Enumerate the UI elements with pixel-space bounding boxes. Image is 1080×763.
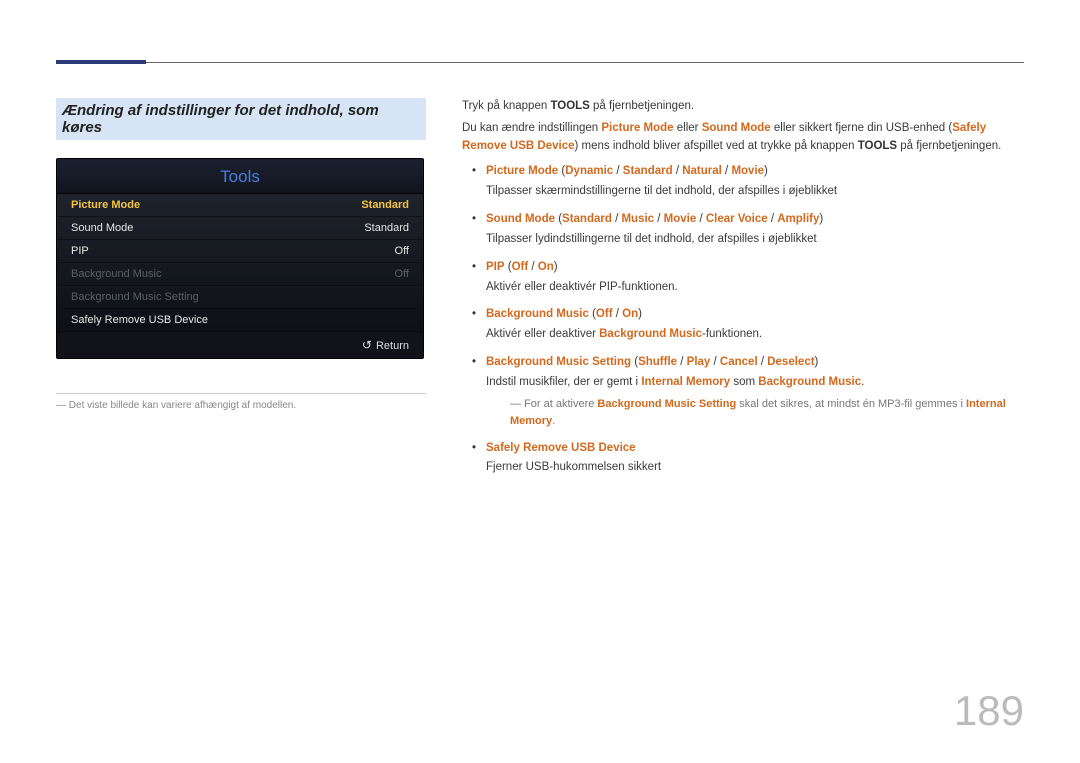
- page-content: Ændring af indstillinger for det indhold…: [0, 0, 1080, 487]
- option-bgm-setting: Background Music Setting (Shuffle / Play…: [462, 354, 1024, 430]
- return-label: Return: [376, 340, 409, 352]
- accent-bar: [56, 60, 146, 64]
- menu-label: PIP: [71, 245, 89, 257]
- return-icon: ↺: [362, 338, 372, 352]
- right-column: Tryk på knappen TOOLS på fjernbetjeninge…: [462, 98, 1024, 487]
- menu-label: Sound Mode: [71, 222, 133, 234]
- option-desc: Tilpasser skærmindstillingerne til det i…: [486, 183, 1024, 201]
- menu-row-picture-mode[interactable]: Picture Mode Standard: [57, 194, 423, 217]
- option-desc: Fjerner USB-hukommelsen sikkert: [486, 459, 1024, 477]
- option-note: For at aktivere Background Music Setting…: [510, 396, 1024, 430]
- menu-value: Off: [395, 245, 409, 257]
- option-bgm: Background Music (Off / On) Aktivér elle…: [462, 306, 1024, 344]
- menu-row-bgm-setting: Background Music Setting: [57, 286, 423, 309]
- menu-label: Safely Remove USB Device: [71, 314, 208, 326]
- menu-label: Picture Mode: [71, 199, 140, 211]
- intro-line-2: Du kan ændre indstillingen Picture Mode …: [462, 120, 1024, 156]
- tools-menu: Tools Picture Mode Standard Sound Mode S…: [56, 158, 424, 359]
- option-desc: Indstil musikfiler, der er gemt i Intern…: [486, 374, 1024, 392]
- tools-header: Tools: [57, 159, 423, 194]
- menu-row-pip[interactable]: PIP Off: [57, 240, 423, 263]
- menu-row-safe-remove[interactable]: Safely Remove USB Device: [57, 309, 423, 332]
- intro-line-1: Tryk på knappen TOOLS på fjernbetjeninge…: [462, 98, 1024, 116]
- option-desc: Aktivér eller deaktivér PIP-funktionen.: [486, 279, 1024, 297]
- menu-value: Standard: [361, 199, 409, 211]
- menu-label: Background Music Setting: [71, 291, 199, 303]
- menu-row-sound-mode[interactable]: Sound Mode Standard: [57, 217, 423, 240]
- section-title: Ændring af indstillinger for det indhold…: [56, 98, 426, 140]
- left-column: Ændring af indstillinger for det indhold…: [56, 98, 426, 487]
- option-sound-mode: Sound Mode (Standard / Music / Movie / C…: [462, 211, 1024, 249]
- menu-label: Background Music: [71, 268, 162, 280]
- menu-row-bgm: Background Music Off: [57, 263, 423, 286]
- option-safely-remove: Safely Remove USB Device Fjerner USB-huk…: [462, 440, 1024, 478]
- page-number: 189: [954, 687, 1024, 735]
- options-list: Picture Mode (Dynamic / Standard / Natur…: [462, 163, 1024, 477]
- menu-value: Standard: [364, 222, 409, 234]
- menu-value: Off: [395, 268, 409, 280]
- option-picture-mode: Picture Mode (Dynamic / Standard / Natur…: [462, 163, 1024, 201]
- option-desc: Tilpasser lydindstillingerne til det ind…: [486, 231, 1024, 249]
- top-divider: [56, 62, 1024, 63]
- option-pip: PIP (Off / On) Aktivér eller deaktivér P…: [462, 259, 1024, 297]
- option-desc: Aktivér eller deaktiver Background Music…: [486, 326, 1024, 344]
- image-caption: Det viste billede kan variere afhængigt …: [56, 393, 426, 411]
- tools-footer: ↺ Return: [57, 332, 423, 358]
